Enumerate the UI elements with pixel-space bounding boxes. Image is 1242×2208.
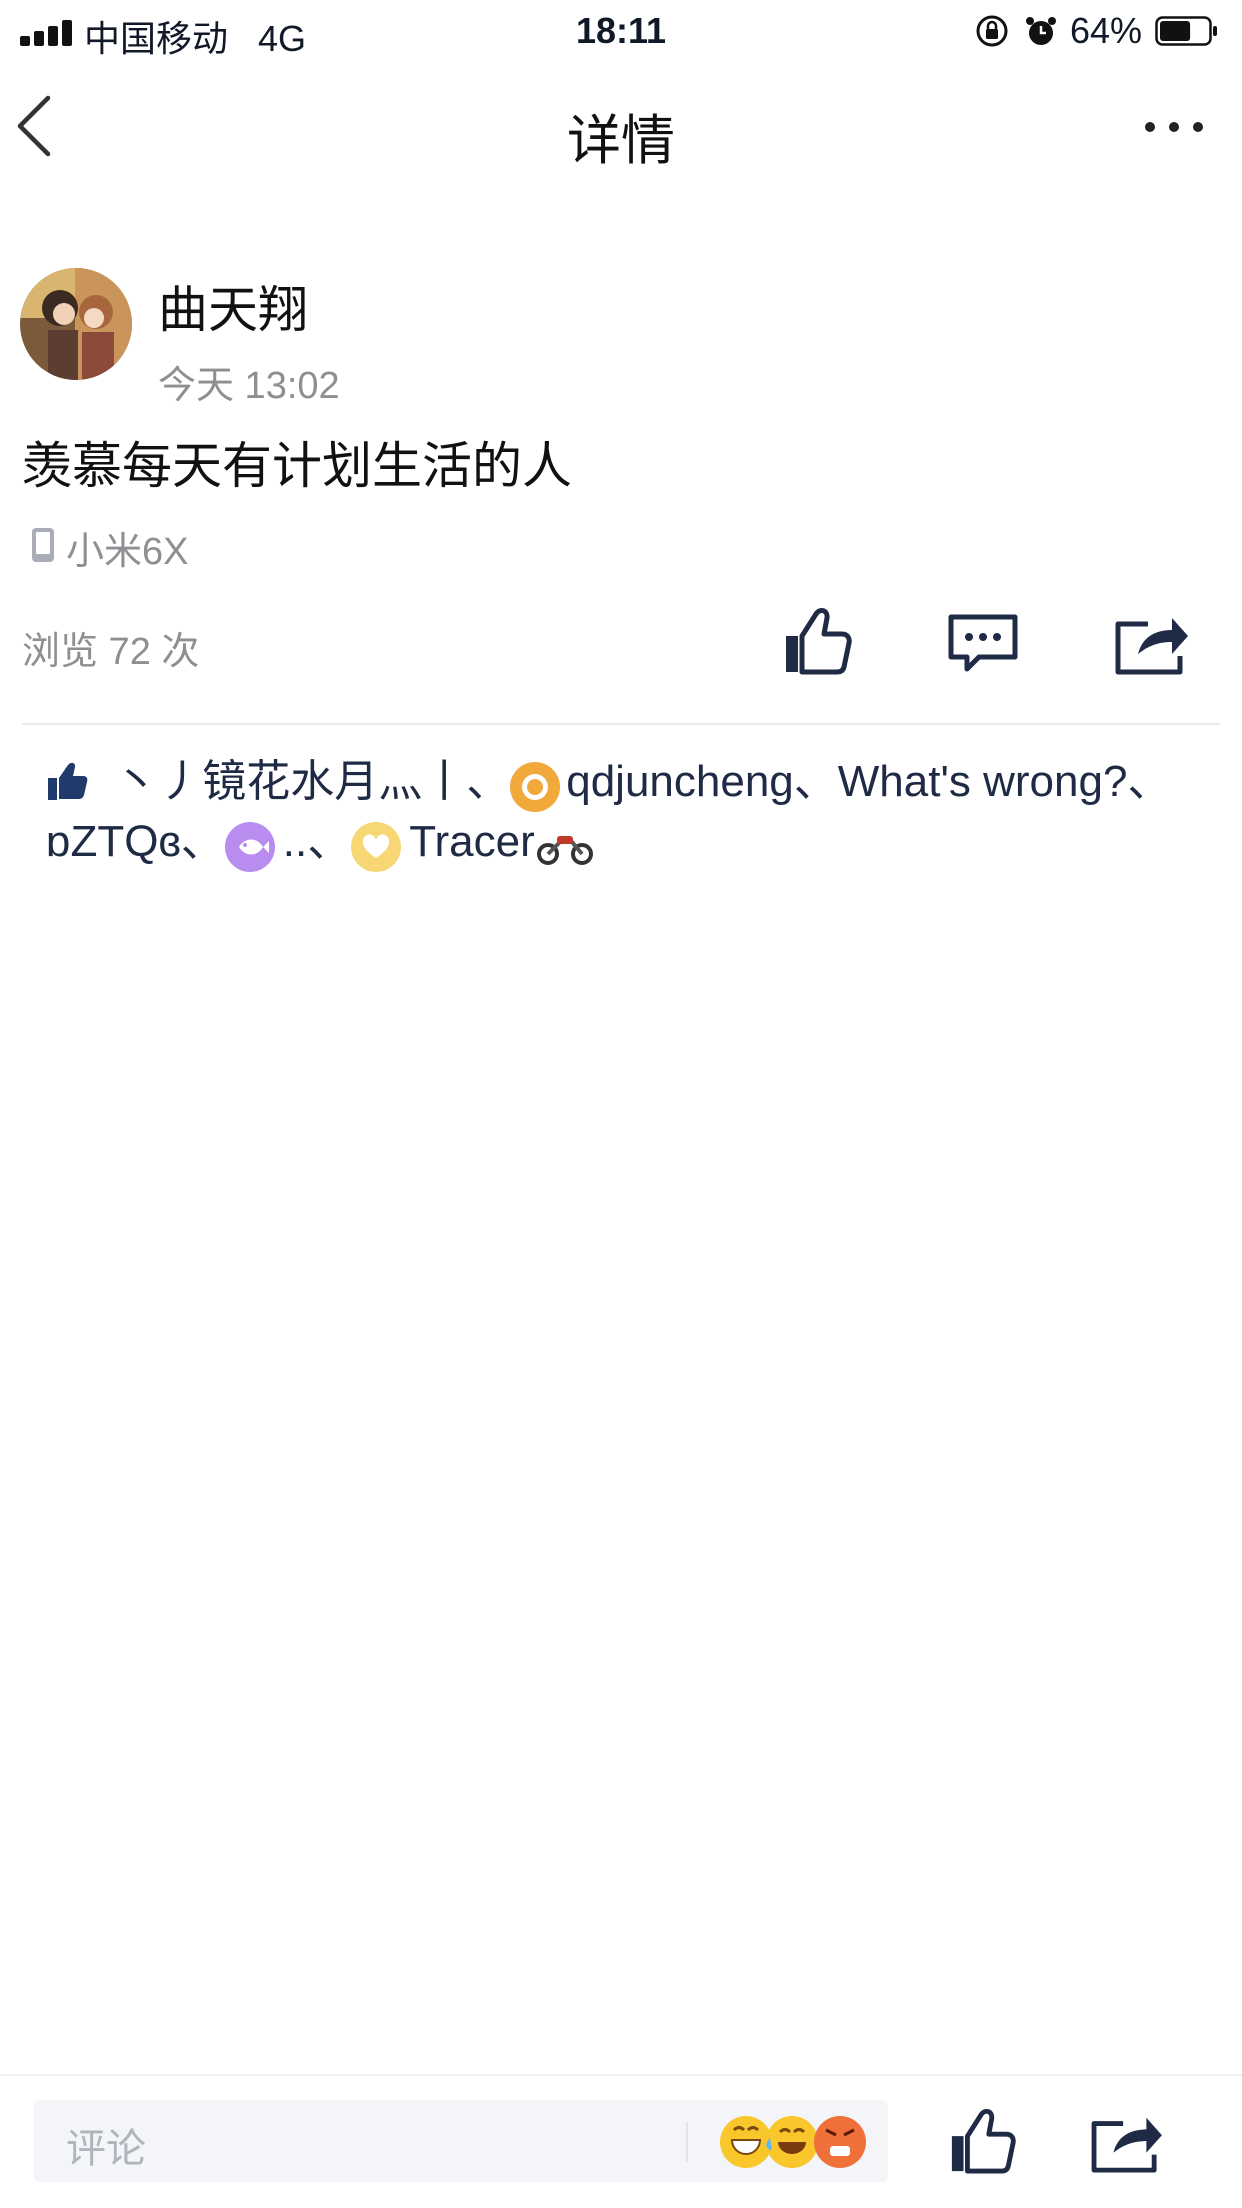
grin-emoji-icon [720, 2116, 772, 2168]
emoji-button[interactable] [716, 2110, 876, 2172]
angry-emoji-icon [814, 2116, 866, 2168]
thumbs-up-icon[interactable] [782, 606, 852, 676]
battery-percent: 64% [1070, 10, 1143, 51]
laugh-cry-emoji-icon [766, 2116, 818, 2168]
liker-badge [224, 822, 275, 872]
rotation-lock-icon [976, 15, 1008, 47]
liker-badge [510, 762, 561, 812]
post-text: 羡慕每天有计划生活的人 [22, 438, 572, 494]
liker-name[interactable]: ɒZTQɞ [46, 817, 181, 866]
share-icon[interactable] [1114, 610, 1190, 676]
motorcycle-icon [536, 836, 593, 865]
post-time: 今天 13:02 [158, 365, 340, 407]
separator: 、 [466, 757, 511, 806]
device-name: 小米6X [66, 531, 189, 573]
separator: 、 [180, 817, 225, 866]
status-bar: 中国移动 4G 18:11 64% [0, 0, 1242, 62]
likers-list: 丶丿镜花水月灬丨、 qdjuncheng、What's wrong?、 ɒZTQ… [46, 752, 1216, 872]
separator: 、 [307, 817, 352, 866]
post-detail-screen: 中国移动 4G 18:11 64% 详情 曲天翔 今天 13:02 羡慕每天有计… [0, 0, 1242, 2208]
liker-badge [351, 822, 402, 872]
likers-line-2: ɒZTQɞ、 ..、 Tracer [46, 812, 1216, 872]
liker-name[interactable]: Tracer [409, 817, 535, 866]
thumbs-up-filled-icon [48, 762, 88, 800]
avatar[interactable] [20, 268, 132, 380]
author-name[interactable]: 曲天翔 [158, 270, 308, 342]
view-count: 浏览 72 次 [22, 631, 200, 673]
comment-placeholder: 评论 [66, 2127, 146, 2171]
nav-bar: 详情 [0, 62, 1242, 190]
input-separator [686, 2122, 688, 2162]
bottom-bar: 评论 [0, 2074, 1242, 2208]
heart-badge-icon [363, 834, 390, 858]
fish-badge-icon [238, 839, 269, 855]
liker-name[interactable]: .. [283, 817, 307, 866]
more-dots-icon[interactable] [1138, 102, 1218, 152]
thumbs-up-icon[interactable] [948, 2106, 1016, 2176]
comment-input[interactable]: 评论 [34, 2100, 888, 2182]
phone-icon [32, 528, 54, 562]
divider [22, 723, 1220, 725]
chat-bubble-icon[interactable] [946, 612, 1020, 676]
battery-icon [1155, 16, 1217, 46]
liker-name[interactable]: 、What's wrong?、 [794, 757, 1172, 806]
liker-name[interactable]: qdjuncheng [566, 757, 794, 806]
share-icon[interactable] [1090, 2110, 1164, 2174]
alarm-icon [1026, 17, 1056, 45]
likers-line-1: 丶丿镜花水月灬丨、 qdjuncheng、What's wrong?、 [46, 752, 1216, 812]
page-title: 详情 [567, 111, 675, 171]
liker-name[interactable]: 丶丿镜花水月灬丨 [114, 757, 466, 806]
sun-badge-icon [522, 774, 549, 800]
